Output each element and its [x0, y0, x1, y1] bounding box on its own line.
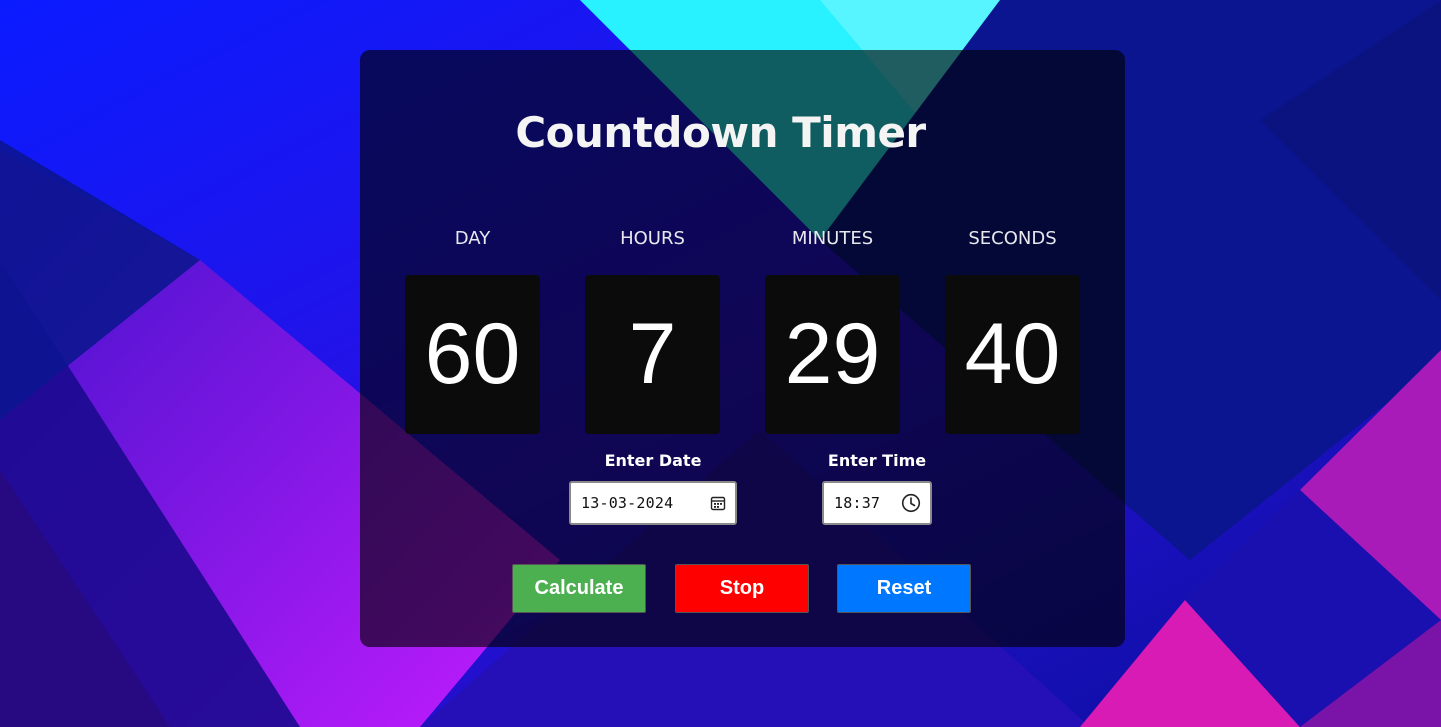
page-title: Countdown Timer — [515, 108, 926, 157]
stop-button[interactable]: Stop — [675, 564, 809, 613]
date-label: Enter Date — [604, 451, 702, 470]
seconds-label: SECONDS — [968, 228, 1057, 249]
time-label: Enter Time — [827, 451, 927, 470]
date-input[interactable]: 13-03-2024 — [569, 481, 737, 525]
minutes-label: MINUTES — [791, 228, 874, 249]
date-value: 13-03-2024 — [581, 494, 674, 512]
seconds-value: 40 — [945, 275, 1080, 434]
clock-icon[interactable] — [901, 493, 921, 513]
hours-value: 7 — [585, 275, 720, 434]
calculate-button[interactable]: Calculate — [512, 564, 646, 613]
time-value: 18:37 — [834, 494, 881, 512]
reset-button[interactable]: Reset — [837, 564, 971, 613]
minutes-value: 29 — [765, 275, 900, 434]
time-input[interactable]: 18:37 — [822, 481, 932, 525]
calendar-icon[interactable] — [710, 495, 726, 511]
hours-label: HOURS — [620, 228, 685, 249]
day-label: DAY — [454, 228, 491, 249]
day-value: 60 — [405, 275, 540, 434]
